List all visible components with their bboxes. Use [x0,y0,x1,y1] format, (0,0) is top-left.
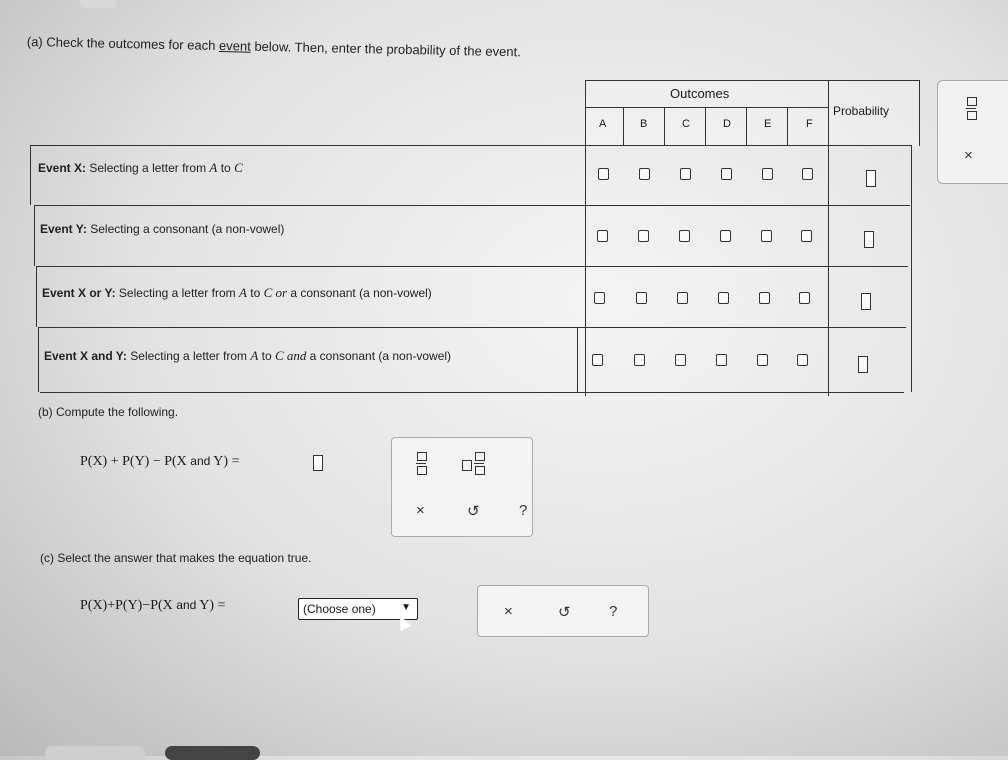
row-divider [34,205,910,206]
checkbox-xandy-a[interactable] [592,354,603,366]
row-divider [36,266,908,267]
col-divider [746,107,747,145]
part-b-toolbox: × ↺ ? [391,437,533,537]
probability-input-x[interactable] [866,170,876,187]
checkbox-y-c[interactable] [679,230,690,242]
checkbox-xory-c[interactable] [677,292,688,304]
checkbox-y-b[interactable] [638,230,649,242]
checkbox-xandy-f[interactable] [797,354,808,366]
checkbox-x-f[interactable] [802,168,813,180]
instructions-text-end: below. Then, enter the probability of th… [250,38,521,60]
desc-divider [577,327,578,392]
formula-and: and [176,598,197,612]
checkbox-xandy-d[interactable] [716,354,727,366]
fraction-icon[interactable] [966,97,977,120]
checkbox-xandy-c[interactable] [675,354,686,366]
event-y-label: Event Y: Selecting a consonant (a non-vo… [40,222,285,236]
clear-icon[interactable]: × [964,147,973,164]
checkbox-x-c[interactable] [680,168,691,180]
event-x-and-y-label: Event X and Y: Selecting a letter from A… [44,348,452,363]
probability-input-y[interactable] [864,231,874,248]
fraction-icon[interactable] [416,452,427,475]
part-c-label: (c) Select the answer that makes the equ… [40,551,312,565]
side-tool-panel: × [937,80,1008,184]
header-divider [585,107,828,108]
checkbox-xory-e[interactable] [759,292,770,304]
clear-icon[interactable]: × [504,603,513,620]
help-icon[interactable]: ? [609,603,617,620]
bottom-button-dark[interactable] [165,746,260,760]
formula-right: Y) = [210,454,240,469]
outcome-letter-f: F [806,118,813,130]
help-icon[interactable]: ? [519,502,527,519]
part-a-instructions: (a) Check the outcomes for each event be… [27,34,521,59]
checkbox-y-f[interactable] [801,230,812,242]
formula-right: Y) = [196,598,226,613]
table-right-border [911,145,912,392]
table-left-border [30,145,31,205]
prob-column-divider [828,80,829,396]
clear-icon[interactable]: × [416,502,425,519]
part-c-formula: P(X)+P(Y)−P(X and Y) = [80,598,225,614]
outcome-letter-b: B [640,118,648,130]
probability-header: Probability [833,104,890,118]
chevron-down-icon: ▼ [401,602,411,613]
checkbox-y-d[interactable] [720,230,731,242]
part-b-answer-input[interactable] [313,455,323,471]
event-x-or-y-label: Event X or Y: Selecting a letter from A … [42,285,432,300]
formula-left: P(X) + P(Y) − P(X [80,454,191,469]
outcome-letter-e: E [764,118,772,130]
dropdown-value: (Choose one) [303,602,376,616]
table-left-border [38,327,39,392]
outcomes-header: Outcomes [670,86,730,101]
col-divider [585,107,586,396]
part-b-label: (b) Compute the following. [38,405,179,419]
checkbox-x-b[interactable] [639,168,650,180]
table-left-border [36,266,37,327]
col-divider [664,107,665,145]
mixed-number-icon[interactable] [462,452,492,476]
outcome-letter-d: D [723,118,731,130]
checkbox-y-a[interactable] [597,230,608,242]
col-divider [787,107,788,145]
checkbox-y-e[interactable] [761,230,772,242]
row-divider [30,145,912,146]
undo-icon[interactable]: ↺ [467,502,480,520]
formula-left: P(X)+P(Y)−P(X [80,598,177,613]
part-b-formula: P(X) + P(Y) − P(X and Y) = [80,454,239,470]
checkbox-xandy-b[interactable] [634,354,645,366]
table-left-border [34,205,35,266]
part-c-toolbox: × ↺ ? [477,585,649,637]
undo-icon[interactable]: ↺ [558,603,571,621]
top-tab [80,0,116,8]
checkbox-xory-f[interactable] [799,292,810,304]
col-divider [623,107,624,145]
event-link[interactable]: event [219,38,251,54]
outcome-letter-c: C [682,118,690,130]
checkbox-xory-d[interactable] [718,292,729,304]
row-divider [40,392,904,393]
checkbox-xory-a[interactable] [594,292,605,304]
outcome-letter-a: A [599,118,607,130]
checkbox-xory-b[interactable] [636,292,647,304]
event-x-label: Event X: Selecting a letter from A to C [38,160,243,175]
bottom-button[interactable] [45,746,145,760]
probability-input-x-and-y[interactable] [858,356,868,373]
row-divider [38,327,906,328]
probability-input-x-or-y[interactable] [861,293,871,310]
checkbox-x-e[interactable] [762,168,773,180]
col-divider [705,107,706,145]
instructions-text: (a) Check the outcomes for each [26,34,220,54]
checkbox-x-a[interactable] [598,168,609,180]
checkbox-xandy-e[interactable] [757,354,768,366]
formula-and: and [190,454,211,468]
checkbox-x-d[interactable] [721,168,732,180]
